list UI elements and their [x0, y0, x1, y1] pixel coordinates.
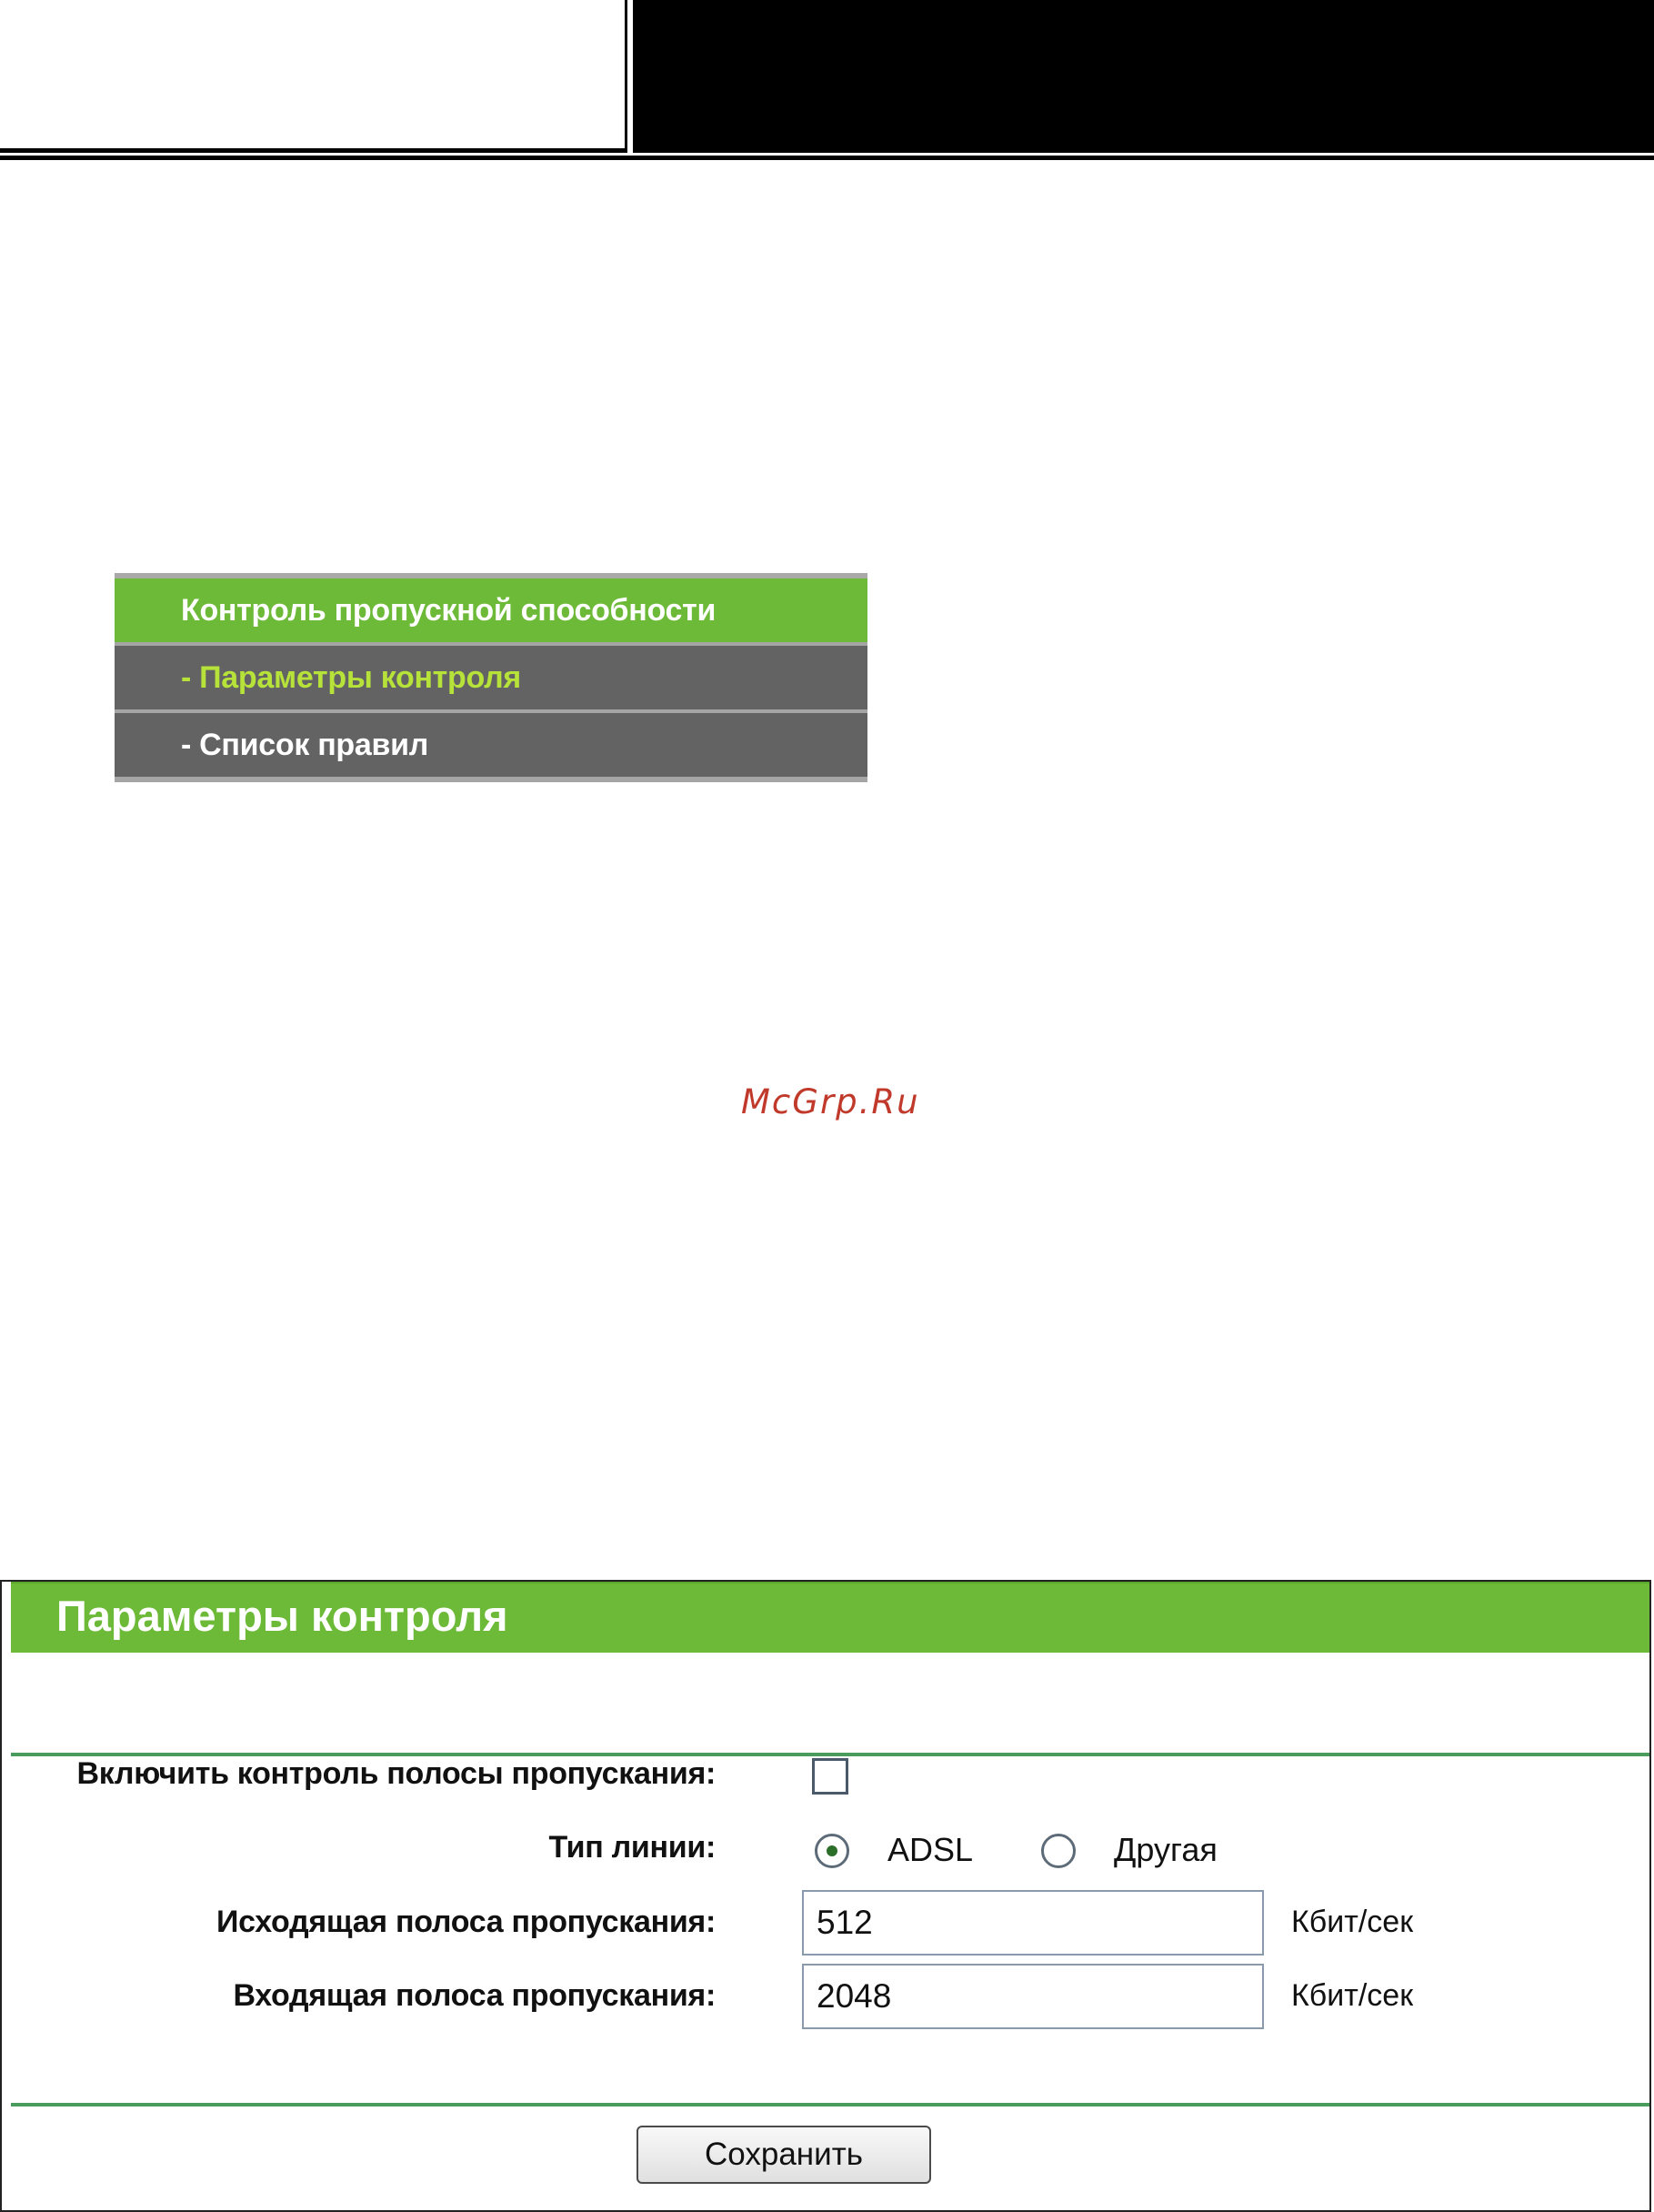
egress-bandwidth-input[interactable]: [802, 1890, 1264, 1956]
ingress-bandwidth-input[interactable]: [802, 1964, 1264, 2029]
radio-adsl-label: ADSL: [887, 1831, 974, 1868]
watermark: McGrp.Ru: [741, 1082, 920, 1121]
egress-label: Исходящая полоса пропускания:: [216, 1905, 716, 1939]
sidebar-item-control-settings[interactable]: - Параметры контроля: [115, 642, 867, 709]
panel-title-bar: Параметры контроля: [11, 1582, 1649, 1653]
enable-checkbox[interactable]: [812, 1758, 848, 1795]
panel-title: Параметры контроля: [56, 1592, 508, 1640]
radio-other[interactable]: [1041, 1834, 1076, 1868]
divider-bottom: [11, 2103, 1649, 2106]
save-button[interactable]: Сохранить: [637, 2126, 931, 2184]
header-rule: [0, 156, 1654, 160]
ingress-unit: Кбит/сек: [1291, 1978, 1414, 2013]
ingress-label: Входящая полоса пропускания:: [233, 1978, 716, 2013]
line-type-label: Тип линии:: [548, 1830, 716, 1865]
sidebar-item-bandwidth-control[interactable]: Контроль пропускной способности: [115, 573, 867, 642]
enable-label: Включить контроль полосы пропускания:: [76, 1756, 717, 1791]
egress-unit: Кбит/сек: [1291, 1905, 1414, 1939]
radio-adsl[interactable]: [815, 1834, 849, 1868]
radio-other-label: Другая: [1114, 1831, 1218, 1868]
sidebar-menu: Контроль пропускной способности - Параме…: [115, 573, 867, 782]
header-black-band: [633, 0, 1654, 153]
sidebar-item-rules-list[interactable]: - Список правил: [115, 709, 867, 782]
header-left-box: [0, 0, 627, 153]
